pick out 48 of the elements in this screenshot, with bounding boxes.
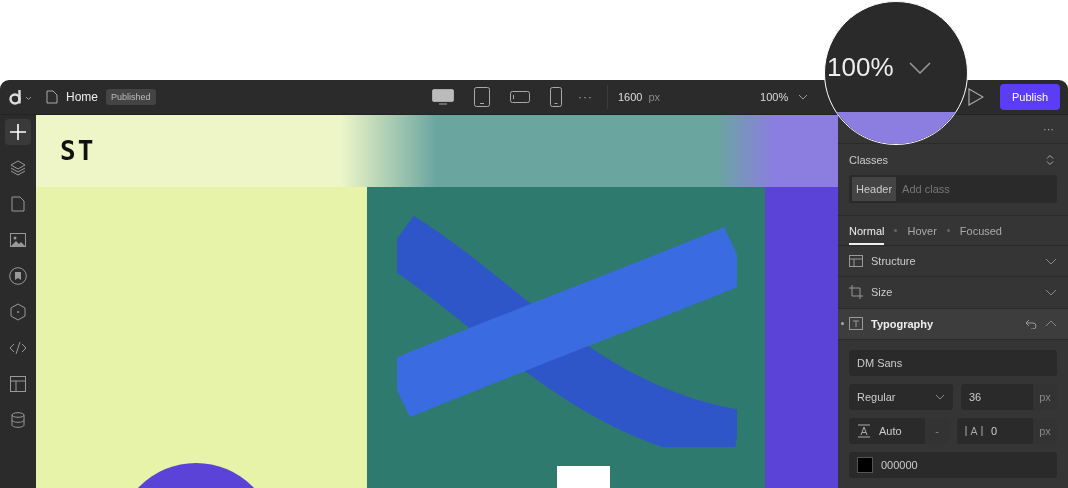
zoom-select[interactable]: 100% [760, 91, 789, 103]
phone-icon[interactable] [550, 87, 562, 107]
classes-label: Classes [849, 153, 889, 166]
width-unit: px [648, 91, 661, 103]
crop-icon [849, 285, 863, 300]
text-icon [849, 317, 863, 331]
letter-spacing-field[interactable]: 0 px [957, 418, 1057, 444]
line-height-field[interactable]: Auto - [849, 418, 949, 444]
play-icon[interactable] [967, 88, 984, 106]
zoom-value: 100% [827, 52, 894, 83]
class-chip[interactable]: Header [852, 177, 897, 202]
tablet-icon[interactable] [474, 87, 490, 107]
class-field[interactable]: Header Add class [849, 174, 1057, 204]
add-class-input[interactable]: Add class [900, 182, 1025, 197]
undo-icon[interactable] [1025, 318, 1037, 329]
sort-icon[interactable] [1046, 153, 1054, 166]
chevron-icon [1045, 257, 1057, 265]
page-name[interactable]: Home [66, 90, 98, 104]
font-weight-select[interactable]: Regular [849, 384, 953, 410]
state-tab[interactable]: Focused [959, 216, 1002, 245]
letter-spacing-icon [965, 425, 983, 437]
add-icon[interactable] [5, 119, 31, 145]
chevron-icon [1045, 288, 1057, 296]
color-swatch[interactable] [857, 457, 873, 473]
logo-icon[interactable] [8, 89, 34, 105]
desktop-icon[interactable] [432, 89, 454, 105]
color-field[interactable]: 000000 [849, 452, 1057, 478]
chevron-icon [798, 94, 809, 100]
state-tab[interactable]: Normal [849, 216, 885, 245]
more-button[interactable]: ··· [578, 90, 593, 104]
tablet-landscape-icon[interactable] [510, 91, 530, 103]
status-badge: Published [106, 89, 156, 105]
layout-icon [849, 255, 863, 268]
section-header[interactable]: Typography [838, 308, 1068, 340]
font-family-field[interactable]: DM Sans [849, 350, 1057, 376]
publish-button[interactable]: Publish [999, 84, 1060, 110]
font-size-field[interactable]: 36 px [961, 384, 1057, 410]
line-height-icon [857, 424, 871, 438]
state-tab[interactable]: Hover [907, 216, 937, 245]
section-header[interactable]: Size [838, 277, 1068, 309]
more-button[interactable]: ··· [1043, 123, 1054, 136]
page-icon [46, 90, 58, 104]
width-value[interactable]: 1600 [618, 91, 643, 103]
chevron-icon [1045, 320, 1057, 328]
section-header[interactable]: Structure [838, 245, 1068, 278]
chevron-icon [909, 62, 931, 74]
site-logo: ST [60, 136, 96, 166]
chevron-icon [935, 394, 945, 400]
